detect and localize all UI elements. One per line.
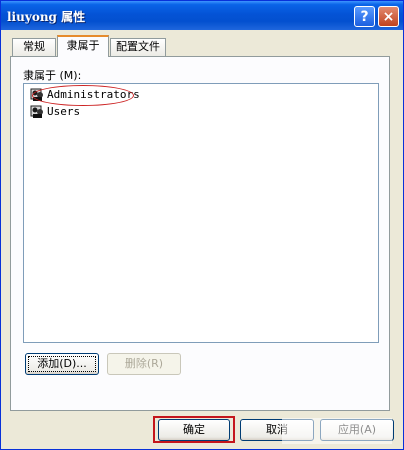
tab-profile[interactable]: 配置文件 (110, 38, 166, 56)
list-item-label: Administrators (47, 88, 140, 101)
add-button[interactable]: 添加(D)... (25, 353, 99, 375)
member-of-panel: 隶属于 (M): Administrators Users 添加(D)... 删… (10, 56, 390, 411)
ok-button[interactable]: 确定 (158, 419, 230, 441)
close-icon[interactable]: × (378, 6, 399, 27)
member-of-listbox[interactable]: Administrators Users (23, 83, 379, 343)
tab-general[interactable]: 常规 (12, 38, 56, 56)
cancel-button[interactable]: 取消 (240, 419, 314, 441)
question-mark-icon[interactable]: ? (354, 6, 375, 27)
group-icon (30, 88, 43, 101)
window-title: liuyong 属性 (7, 10, 86, 24)
tab-member-of[interactable]: 隶属于 (57, 35, 109, 57)
apply-button[interactable]: 应用(A) (320, 419, 394, 441)
list-item-label: Users (47, 105, 81, 118)
remove-button[interactable]: 删除(R) (107, 353, 181, 375)
member-of-label: 隶属于 (M): (23, 69, 82, 82)
title-bar[interactable]: liuyong 属性 ? × (1, 1, 403, 30)
group-icon (30, 105, 43, 118)
